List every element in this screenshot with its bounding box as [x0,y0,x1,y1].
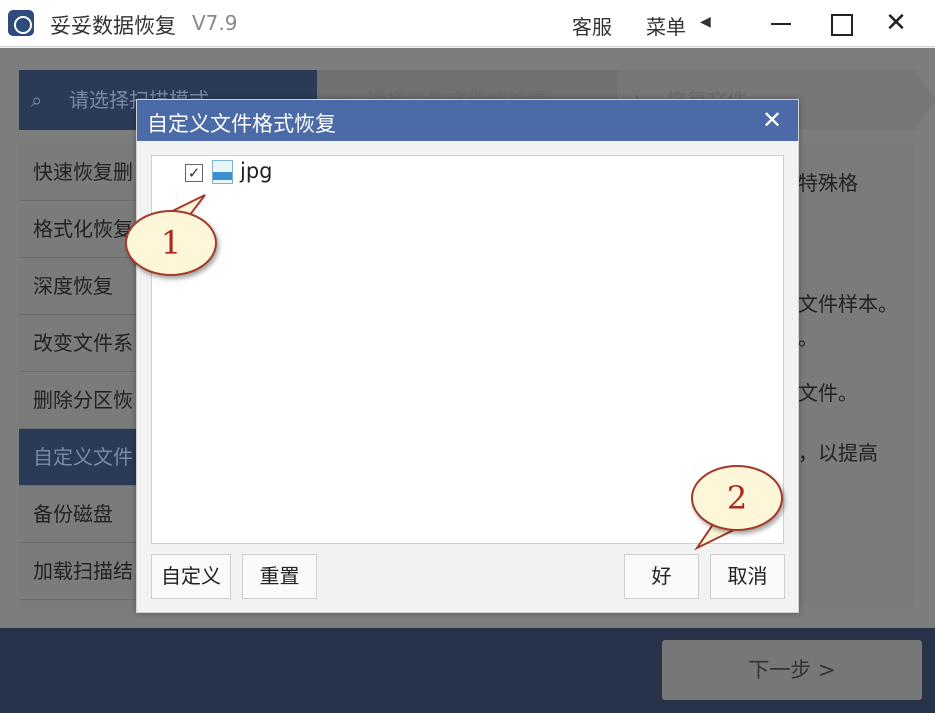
customer-service-link[interactable]: 客服 [572,11,612,40]
bottom-bar: 下一步 > [0,628,935,713]
custom-format-dialog: 自定义文件格式恢复 ✕ ✓ jpg 自定义 重置 好 取消 [136,99,799,613]
jpg-checkbox[interactable]: ✓ [185,164,203,182]
ok-button[interactable]: 好 [624,554,699,599]
mode-description-panel: 特殊格 文件样本。 。 文件。 ，以提高 [798,144,914,606]
mode-item-quick[interactable]: 快速恢复删 [19,144,139,201]
title-bar: 妥妥数据恢复 V7.9 客服 菜单 ◀ ✕ [0,0,935,47]
mode-item-partition[interactable]: 删除分区恢 [19,372,139,429]
reset-button[interactable]: 重置 [242,554,317,599]
description-text: 文件样本。 [798,292,898,316]
menu-arrow-icon[interactable]: ◀ [700,14,711,30]
dialog-title: 自定义文件格式恢复 [147,112,336,136]
app-version: V7.9 [192,11,238,35]
mode-item-format[interactable]: 格式化恢复 [19,201,139,258]
file-type-list: ✓ jpg [151,155,784,544]
file-type-label[interactable]: jpg [240,159,273,183]
description-text: 文件。 [798,381,858,405]
annotation-bubble-1: 1 [125,210,217,276]
annotation-bubble-2: 2 [691,465,783,531]
mode-item-backup[interactable]: 备份磁盘 [19,486,139,543]
dialog-header: 自定义文件格式恢复 ✕ [137,100,798,141]
menu-button[interactable]: 菜单 [646,11,686,40]
dialog-close-button[interactable]: ✕ [757,104,787,136]
app-title: 妥妥数据恢复 [50,14,176,38]
jpg-file-icon [212,160,233,184]
minimize-button[interactable] [760,8,800,40]
mode-item-load-results[interactable]: 加载扫描结 [19,543,139,600]
custom-button[interactable]: 自定义 [151,554,231,599]
mode-item-custom[interactable]: 自定义文件 [19,429,139,486]
next-step-button[interactable]: 下一步 > [662,640,922,700]
mode-item-deep[interactable]: 深度恢复 [19,258,139,315]
description-text: 。 [798,326,818,350]
app-logo-icon [8,10,34,36]
description-text: 特殊格 [798,171,858,195]
search-icon: ⌕ [31,88,43,112]
close-window-button[interactable]: ✕ [876,8,916,40]
mode-item-filesystem[interactable]: 改变文件系 [19,315,139,372]
description-text: ，以提高 [798,441,878,465]
maximize-button[interactable] [820,8,860,40]
scan-mode-list: 快速恢复删 格式化恢复 深度恢复 改变文件系 删除分区恢 自定义文件 备份磁盘 … [19,144,139,606]
cancel-button[interactable]: 取消 [710,554,785,599]
